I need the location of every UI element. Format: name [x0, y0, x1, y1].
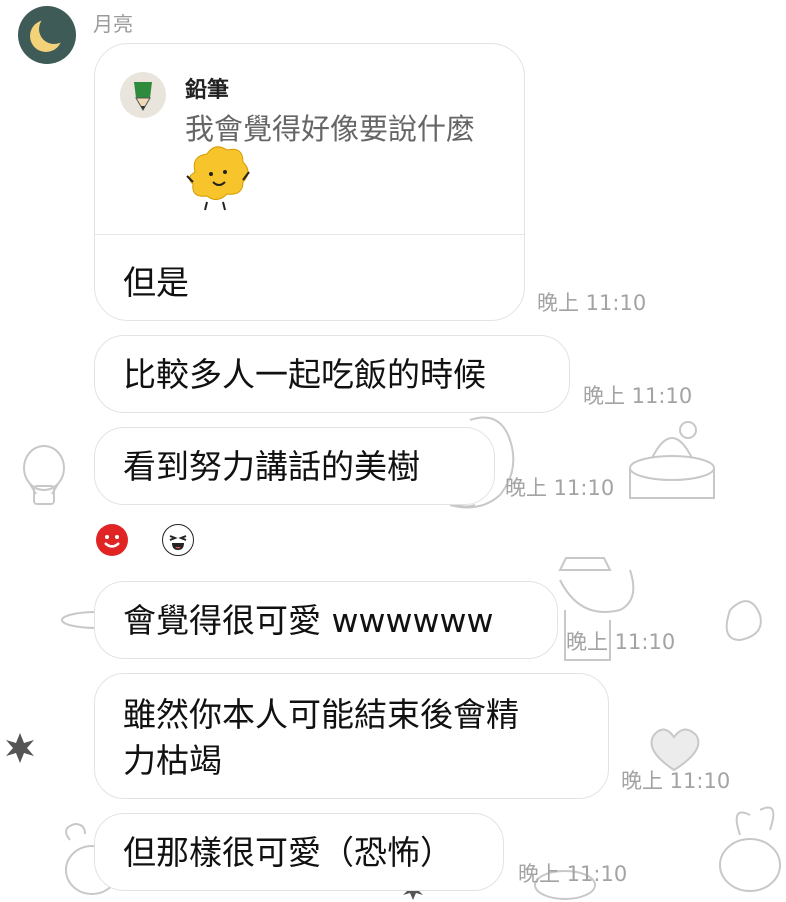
message-text: 比較多人一起吃飯的時候: [123, 355, 486, 394]
quoted-author-avatar: [120, 72, 166, 118]
message-time: 晚上 11:10: [583, 384, 693, 408]
cake-table-doodle-icon: [629, 421, 715, 499]
rabbit-doodle-icon: [719, 806, 781, 892]
sender-avatar[interactable]: [18, 6, 76, 64]
message-time: 晚上 11:10: [621, 769, 731, 793]
reply-message-text: 但是: [123, 263, 189, 302]
quoted-author: 鉛筆: [185, 78, 230, 103]
message-time: 晚上 11:10: [518, 862, 628, 886]
shrimp-doodle-icon: [725, 600, 762, 642]
message-bubble[interactable]: 但那樣很可愛（恐怖）: [94, 813, 504, 891]
message-time: 晚上 11:10: [537, 291, 647, 315]
burst-doodle-icon: [6, 733, 34, 763]
message-text-line-2: 力枯竭: [123, 741, 222, 780]
heart-doodle-icon: [650, 728, 700, 772]
reply-message-bubble[interactable]: 鉛筆 我會覺得好像要說什麼 但是: [94, 43, 525, 321]
quoted-message[interactable]: 鉛筆 我會覺得好像要說什麼: [95, 44, 524, 235]
balloon-doodle-icon: [23, 445, 65, 505]
moon-icon: [30, 14, 69, 52]
message-bubble[interactable]: 比較多人一起吃飯的時候: [94, 335, 570, 413]
pencil-icon: [134, 82, 152, 111]
yellow-blob-sticker-icon: [186, 146, 250, 211]
sender-name: 月亮: [93, 12, 133, 36]
message-bubble[interactable]: 雖然你本人可能結束後會精 力枯竭: [94, 673, 609, 799]
laughing-face-icon[interactable]: [162, 524, 194, 556]
message-time: 晚上 11:10: [505, 476, 615, 500]
message-bubble[interactable]: 看到努力講話的美樹: [94, 427, 495, 505]
red-smile-icon[interactable]: [96, 524, 128, 556]
message-text: 會覺得很可愛 wwwwww: [123, 601, 494, 640]
message-text-line-1: 雖然你本人可能結束後會精: [123, 695, 519, 734]
message-text: 但那樣很可愛（恐怖）: [123, 833, 453, 872]
message-text: 看到努力講話的美樹: [123, 447, 420, 486]
message-time: 晚上 11:10: [566, 630, 676, 654]
message-bubble[interactable]: 會覺得很可愛 wwwwww: [94, 581, 558, 659]
